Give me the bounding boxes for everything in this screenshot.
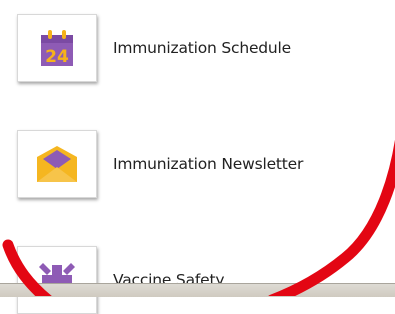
menu-item-immunization-newsletter[interactable]: Immunization Newsletter [17,130,387,198]
status-bar [0,283,395,297]
calendar-24-icon: 24 [39,29,75,67]
envelope-icon [35,145,79,183]
menu-item-label[interactable]: Immunization Newsletter [113,155,303,173]
icon-tile[interactable] [17,246,97,314]
icon-tile[interactable]: 24 [17,14,97,82]
calendar-number: 24 [45,47,69,67]
menu-item-vaccine-safety[interactable]: Vaccine Safety [17,246,387,314]
menu-item-label[interactable]: Immunization Schedule [113,39,291,57]
icon-tile[interactable] [17,130,97,198]
menu-item-immunization-schedule[interactable]: 24 Immunization Schedule [17,14,387,82]
